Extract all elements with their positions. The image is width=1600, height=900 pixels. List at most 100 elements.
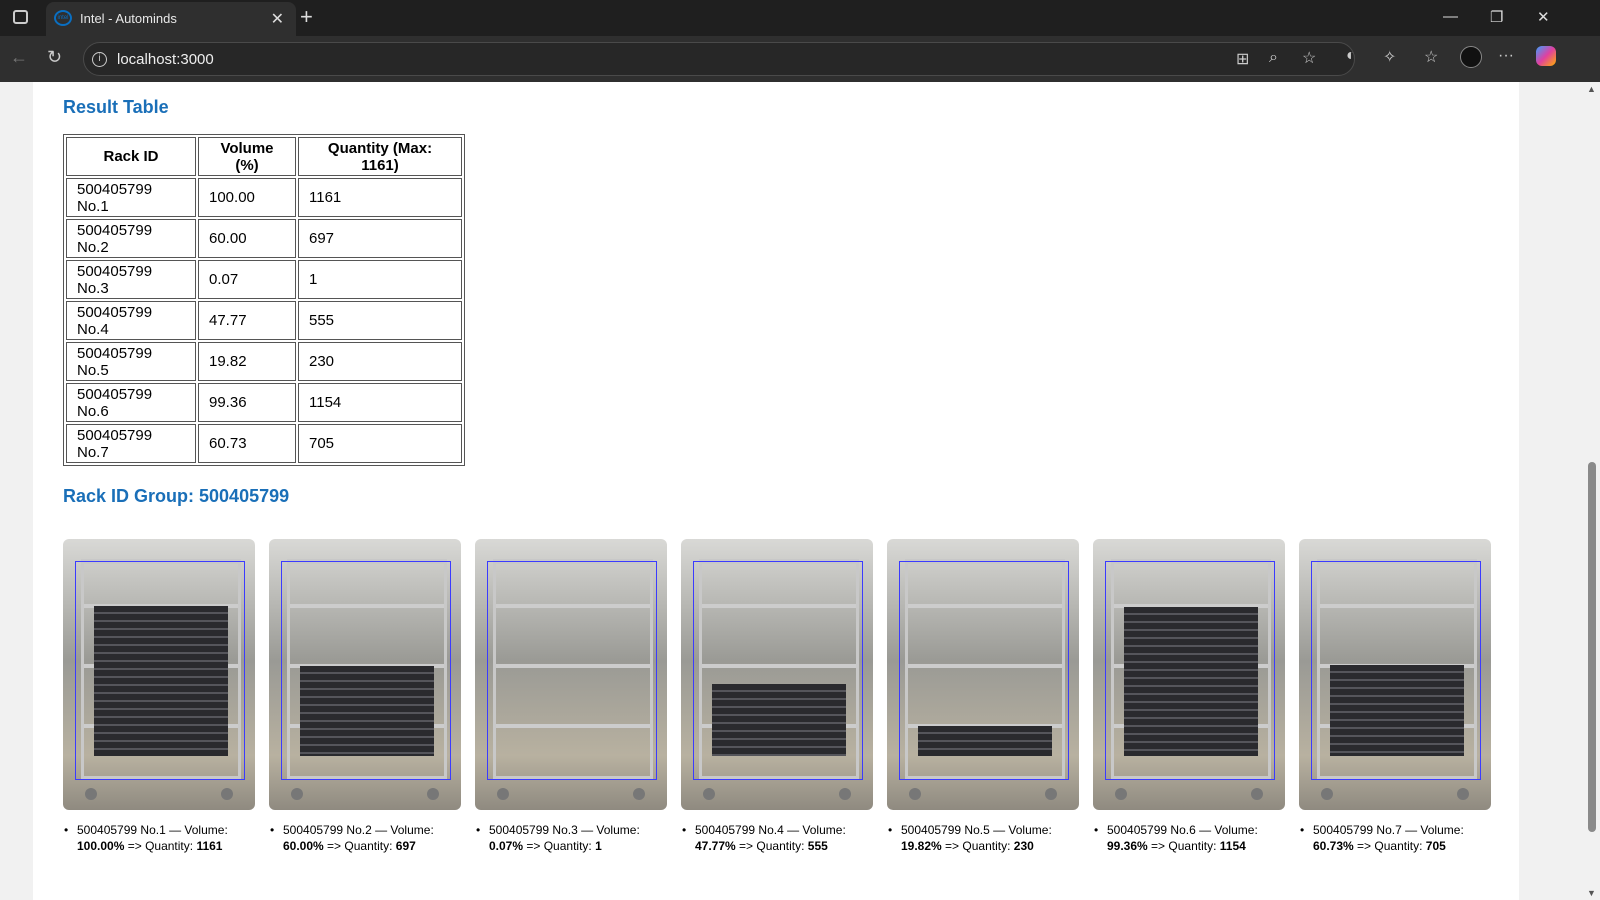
table-cell: 500405799 No.4 bbox=[66, 301, 196, 340]
detection-bounding-box bbox=[281, 561, 451, 780]
rack-card: 500405799 No.4 — Volume: 47.77% => Quanti… bbox=[681, 539, 873, 854]
rack-caption: 500405799 No.7 — Volume: 60.73% => Quanti… bbox=[1299, 822, 1491, 854]
favorite-star-icon[interactable]: ☆ bbox=[1302, 48, 1316, 68]
rack-card: 500405799 No.6 — Volume: 99.36% => Quanti… bbox=[1093, 539, 1285, 854]
table-row: 500405799 No.7 60.73 705 bbox=[66, 424, 462, 463]
table-cell: 500405799 No.7 bbox=[66, 424, 196, 463]
extensions-icon[interactable]: ✧ bbox=[1383, 47, 1396, 67]
back-icon[interactable]: ← bbox=[10, 47, 28, 68]
table-cell: 500405799 No.3 bbox=[66, 260, 196, 299]
caption-quantity: 230 bbox=[1013, 839, 1034, 853]
table-cell: 1 bbox=[298, 260, 462, 299]
favorites-icon[interactable]: ☆ bbox=[1424, 47, 1438, 67]
rack-photo[interactable] bbox=[681, 539, 873, 810]
scroll-up-icon[interactable]: ▲ bbox=[1587, 84, 1596, 94]
new-tab-icon[interactable]: + bbox=[300, 4, 313, 30]
table-row: 500405799 No.4 47.77 555 bbox=[66, 301, 462, 340]
caption-label: 500405799 No.3 — Volume: bbox=[489, 823, 640, 837]
url-text[interactable]: localhost:3000 bbox=[117, 51, 214, 68]
table-cell: 0.07 bbox=[198, 260, 296, 299]
profile-avatar[interactable] bbox=[1460, 46, 1482, 68]
copilot-icon[interactable]: ◐ bbox=[1346, 47, 1356, 65]
navigation-bar: ← ↻ i localhost:3000 ⊞ ⌕ ☆ ◐ ✧ ☆ ··· bbox=[0, 36, 1600, 82]
result-table-heading: Result Table bbox=[63, 97, 169, 117]
rack-photo[interactable] bbox=[1299, 539, 1491, 810]
caption-label: 500405799 No.2 — Volume: bbox=[283, 823, 434, 837]
caption-label: 500405799 No.4 — Volume: bbox=[695, 823, 846, 837]
caption-quantity-label: => Quantity: bbox=[1151, 839, 1217, 853]
table-cell: 60.73 bbox=[198, 424, 296, 463]
caption-label: 500405799 No.6 — Volume: bbox=[1107, 823, 1258, 837]
detection-bounding-box bbox=[1105, 561, 1275, 780]
table-cell: 1161 bbox=[298, 178, 462, 217]
rack-card: 500405799 No.7 — Volume: 60.73% => Quanti… bbox=[1299, 539, 1491, 854]
caption-quantity-label: => Quantity: bbox=[739, 839, 805, 853]
rack-card: 500405799 No.2 — Volume: 60.00% => Quanti… bbox=[269, 539, 461, 854]
column-header: Volume (%) bbox=[198, 137, 296, 176]
rack-photo[interactable] bbox=[475, 539, 667, 810]
caption-quantity-label: => Quantity: bbox=[327, 839, 393, 853]
column-header: Quantity (Max: 1161) bbox=[298, 137, 462, 176]
caption-volume: 47.77% bbox=[695, 839, 736, 853]
rack-caption: 500405799 No.2 — Volume: 60.00% => Quanti… bbox=[269, 822, 461, 854]
detection-bounding-box bbox=[1311, 561, 1481, 780]
rack-photo[interactable] bbox=[887, 539, 1079, 810]
column-header: Rack ID bbox=[66, 137, 196, 176]
caption-label: 500405799 No.7 — Volume: bbox=[1313, 823, 1464, 837]
table-cell: 230 bbox=[298, 342, 462, 381]
caption-quantity-label: => Quantity: bbox=[127, 839, 194, 853]
caption-volume: 0.07% bbox=[489, 839, 524, 853]
table-row: 500405799 No.6 99.36 1154 bbox=[66, 383, 462, 422]
caption-quantity: 555 bbox=[807, 839, 828, 853]
content: Result Table Rack ID Volume (%) Quantity… bbox=[33, 82, 1519, 900]
rack-caption: 500405799 No.6 — Volume: 99.36% => Quanti… bbox=[1093, 822, 1285, 854]
minimize-icon[interactable]: — bbox=[1443, 8, 1458, 25]
detection-bounding-box bbox=[487, 561, 657, 780]
table-cell: 100.00 bbox=[198, 178, 296, 217]
reload-icon[interactable]: ↻ bbox=[47, 47, 62, 68]
scrollbar[interactable]: ▲ ▼ bbox=[1583, 82, 1600, 900]
tab-strip: intel Intel - Autominds ✕ + — ❐ ✕ bbox=[0, 0, 1600, 36]
rack-group-heading: Rack ID Group: 500405799 bbox=[63, 486, 290, 506]
caption-volume: 60.73% bbox=[1313, 839, 1354, 853]
table-cell: 60.00 bbox=[198, 219, 296, 258]
caption-quantity-label: => Quantity: bbox=[526, 839, 592, 853]
rack-card: 500405799 No.3 — Volume: 0.07% => Quantit… bbox=[475, 539, 667, 854]
detection-bounding-box bbox=[899, 561, 1069, 780]
scroll-down-icon[interactable]: ▼ bbox=[1587, 888, 1596, 898]
rack-photo[interactable] bbox=[63, 539, 255, 810]
caption-label: 500405799 No.5 — Volume: bbox=[901, 823, 1052, 837]
table-cell: 500405799 No.2 bbox=[66, 219, 196, 258]
table-row: 500405799 No.3 0.07 1 bbox=[66, 260, 462, 299]
sidebar-toggle-icon[interactable] bbox=[13, 10, 28, 24]
rack-caption: 500405799 No.3 — Volume: 0.07% => Quantit… bbox=[475, 822, 667, 854]
caption-volume: 99.36% bbox=[1107, 839, 1148, 853]
browser-tab[interactable]: intel Intel - Autominds ✕ bbox=[46, 2, 296, 36]
rack-card: 500405799 No.5 — Volume: 19.82% => Quanti… bbox=[887, 539, 1079, 854]
caption-quantity: 705 bbox=[1425, 839, 1446, 853]
table-cell: 500405799 No.5 bbox=[66, 342, 196, 381]
caption-quantity: 1154 bbox=[1219, 839, 1246, 853]
close-window-icon[interactable]: ✕ bbox=[1537, 8, 1550, 26]
zoom-icon[interactable]: ⌕ bbox=[1269, 49, 1278, 67]
table-cell: 19.82 bbox=[198, 342, 296, 381]
edge-copilot-icon[interactable] bbox=[1536, 46, 1556, 66]
app-icon[interactable]: ⊞ bbox=[1236, 49, 1249, 69]
table-row: 500405799 No.1 100.00 1161 bbox=[66, 178, 462, 217]
table-cell: 555 bbox=[298, 301, 462, 340]
caption-volume: 100.00% bbox=[77, 839, 125, 853]
rack-photo[interactable] bbox=[269, 539, 461, 810]
table-cell: 1154 bbox=[298, 383, 462, 422]
scrollbar-thumb[interactable] bbox=[1588, 462, 1596, 832]
more-menu-icon[interactable]: ··· bbox=[1498, 47, 1514, 65]
close-tab-icon[interactable]: ✕ bbox=[271, 9, 284, 29]
rack-caption: 500405799 No.1 — Volume: 100.00% => Quant… bbox=[63, 822, 255, 854]
site-info-icon[interactable]: i bbox=[92, 52, 107, 67]
address-bar[interactable]: i localhost:3000 ⊞ ⌕ ☆ bbox=[83, 42, 1355, 76]
table-cell: 705 bbox=[298, 424, 462, 463]
detection-bounding-box bbox=[75, 561, 245, 780]
rack-caption: 500405799 No.5 — Volume: 19.82% => Quanti… bbox=[887, 822, 1079, 854]
restore-icon[interactable]: ❐ bbox=[1490, 8, 1503, 26]
caption-volume: 60.00% bbox=[283, 839, 324, 853]
rack-photo[interactable] bbox=[1093, 539, 1285, 810]
